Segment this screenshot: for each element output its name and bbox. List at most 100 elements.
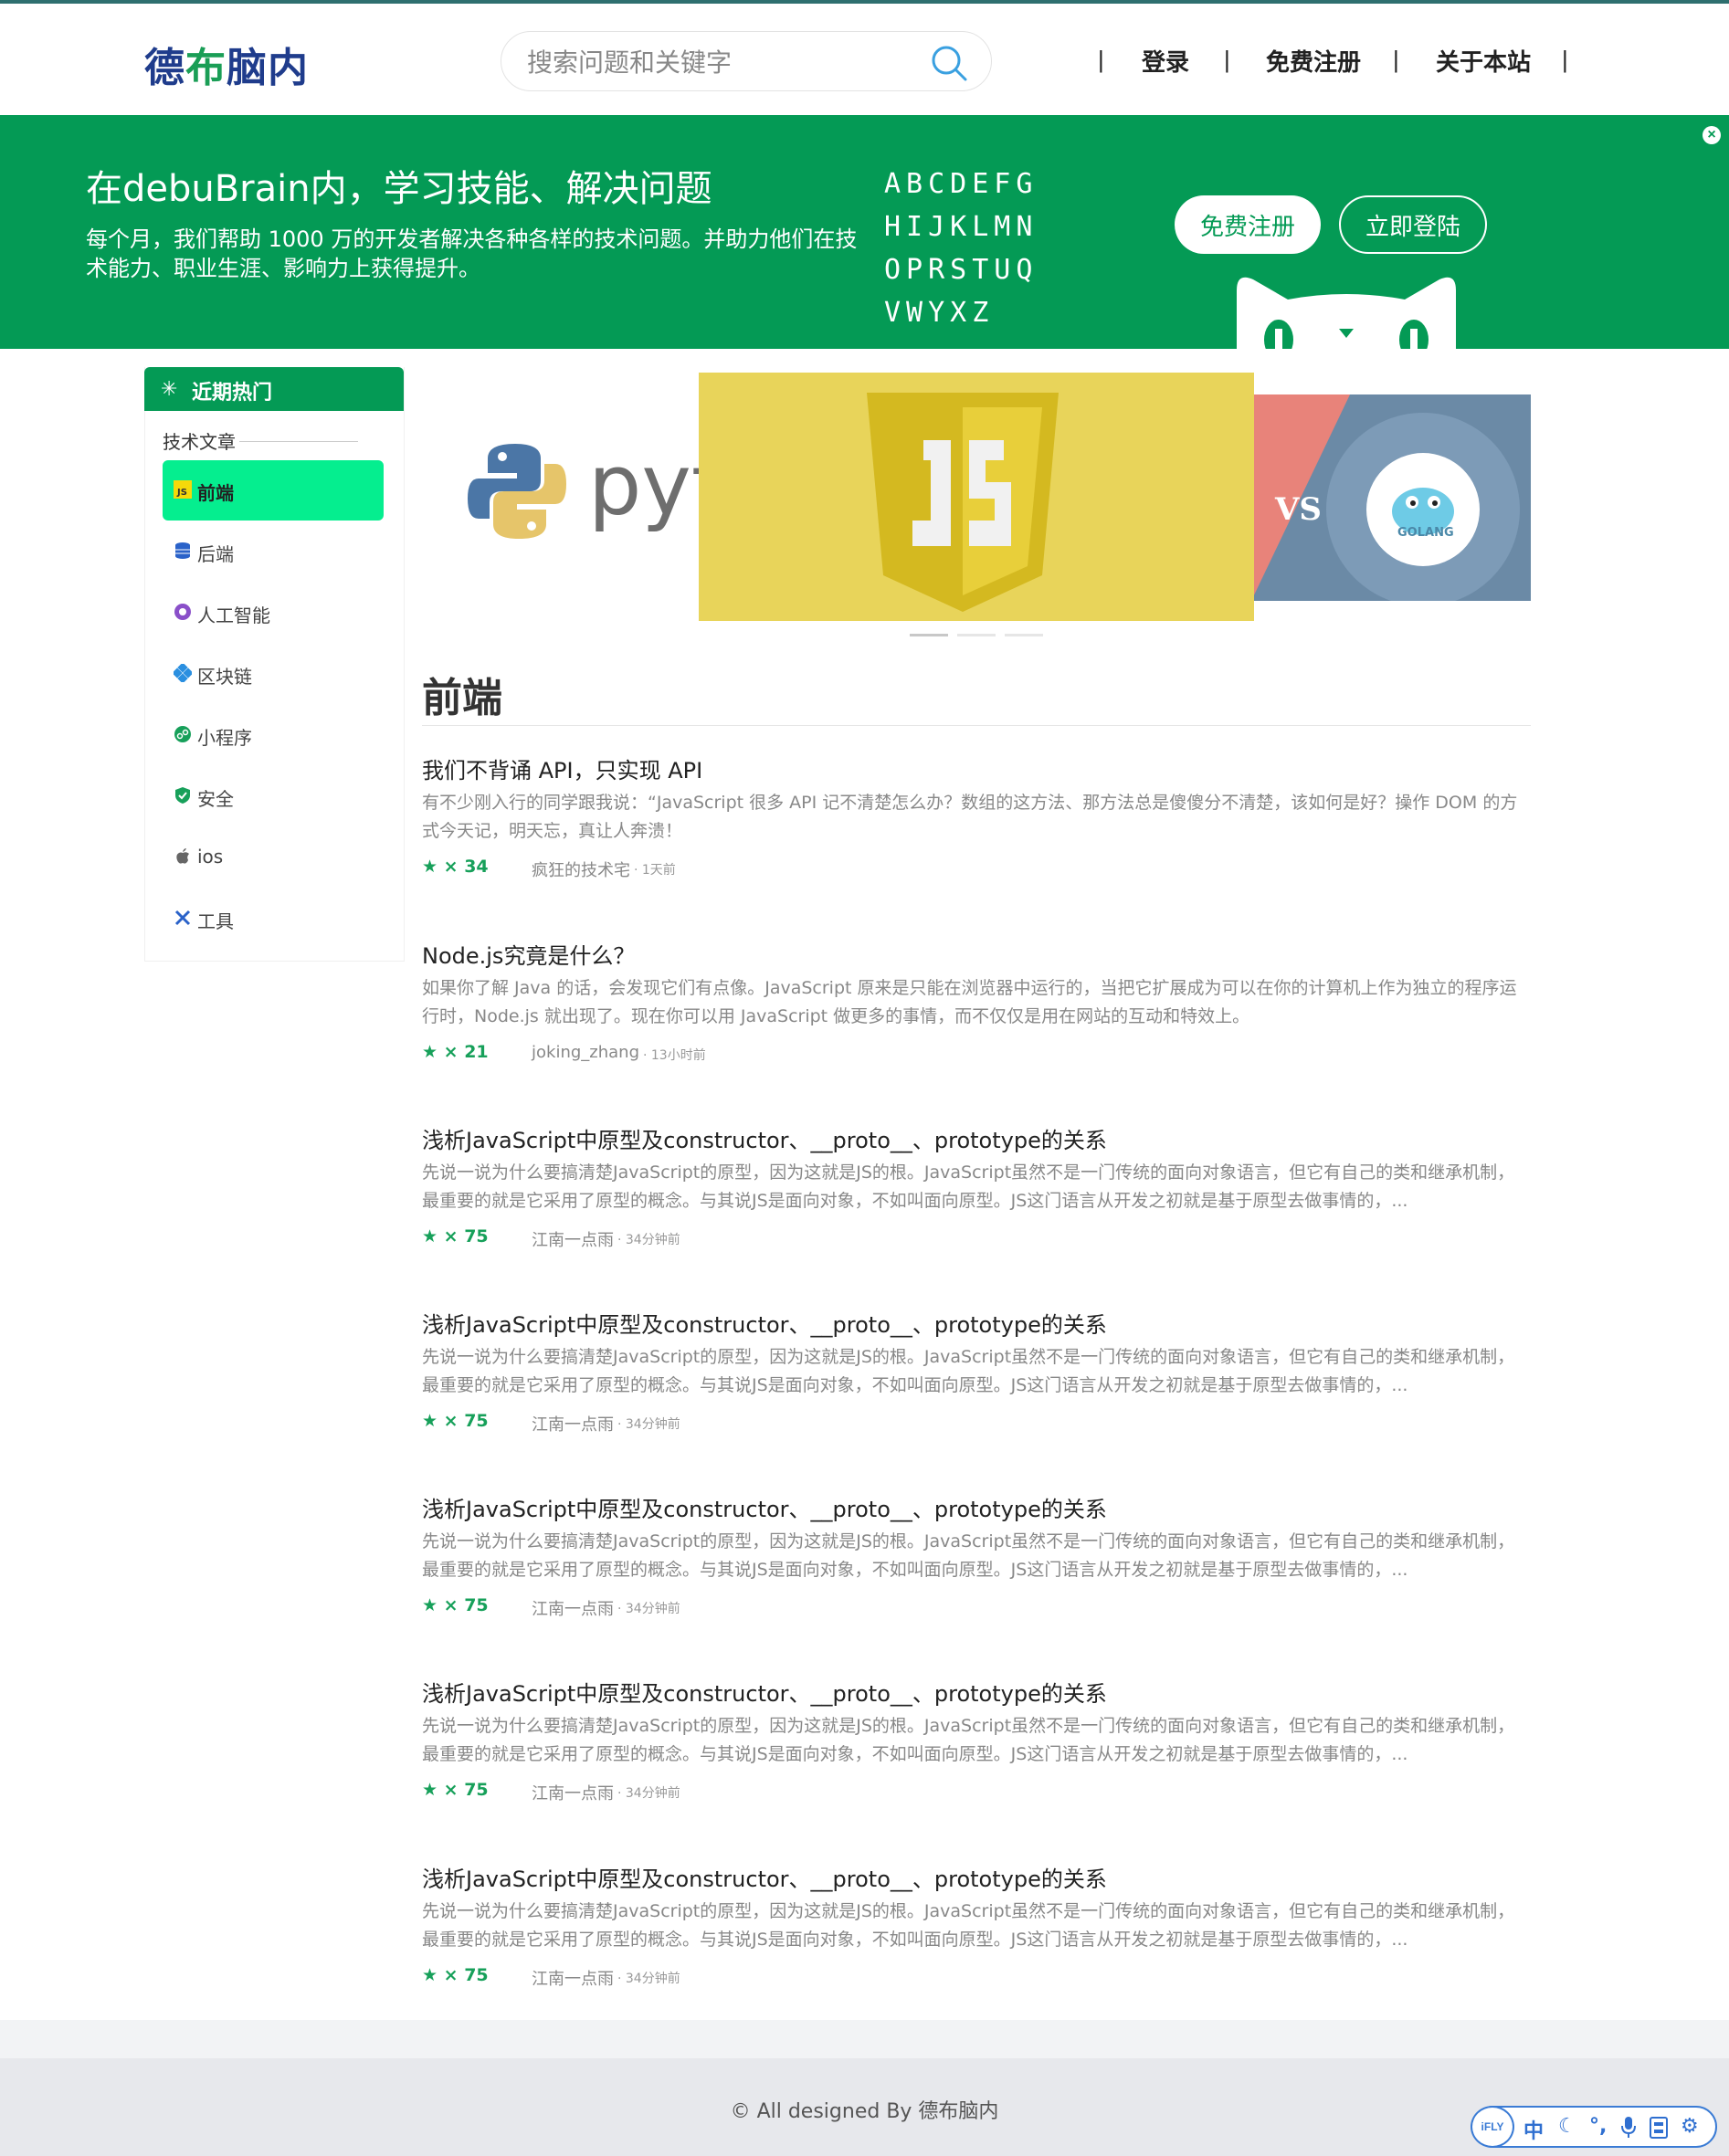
- article-item[interactable]: 浅析JavaScript中原型及constructor、__proto__、pr…: [422, 1861, 1531, 2016]
- golang-label: GOLANG: [1397, 526, 1454, 540]
- punctuation-icon[interactable]: °,: [1589, 2115, 1607, 2138]
- article-item[interactable]: 浅析JavaScript中原型及constructor、__proto__、pr…: [422, 1676, 1531, 1831]
- carousel-slide-python[interactable]: pyt: [422, 394, 700, 601]
- miniprogram-icon: [174, 726, 191, 742]
- nav-separator: |: [1562, 46, 1568, 73]
- sidebar-item-tools[interactable]: 工具: [163, 889, 384, 949]
- article-item[interactable]: Node.js究竟是什么？ 如果你了解 Java 的话，会发现它们有点像。Java…: [422, 938, 1531, 1093]
- article-item[interactable]: 我们不背诵 API，只实现 API 有不少刚入行的同学跟我说：“JavaScrip…: [422, 752, 1531, 908]
- article-title[interactable]: 浅析JavaScript中原型及constructor、__proto__、pr…: [422, 1122, 1107, 1154]
- article-time: · 13小时前: [643, 1048, 706, 1063]
- article-title[interactable]: 浅析JavaScript中原型及constructor、__proto__、pr…: [422, 1491, 1107, 1523]
- carousel-dot[interactable]: [1005, 634, 1043, 636]
- carousel-dot[interactable]: [957, 634, 996, 636]
- article-title[interactable]: 浅析JavaScript中原型及constructor、__proto__、pr…: [422, 1676, 1107, 1708]
- sidebar-item-security[interactable]: 安全: [163, 766, 384, 826]
- article-stars[interactable]: ★ × 21: [422, 1042, 489, 1062]
- star-count: × 75: [443, 1595, 489, 1615]
- sidebar-item-blockchain[interactable]: 区块链: [163, 644, 384, 704]
- database-icon: [175, 542, 190, 559]
- article-stars[interactable]: ★ × 75: [422, 1411, 489, 1431]
- article-title[interactable]: 浅析JavaScript中原型及constructor、__proto__、pr…: [422, 1861, 1107, 1893]
- site-footer: © All designed By 德布脑内: [0, 2058, 1729, 2156]
- article-summary: 先说一说为什么要搞清楚JavaScript的原型，因为这就是JS的根。JavaS…: [422, 1162, 1515, 1211]
- logo-char-2: 布: [185, 45, 227, 91]
- article-title[interactable]: 我们不背诵 API，只实现 API: [422, 752, 702, 784]
- article-stars[interactable]: ★ × 34: [422, 857, 489, 877]
- article-author[interactable]: joking_zhang: [532, 1043, 639, 1062]
- article-author[interactable]: 江南一点雨: [532, 1412, 614, 1436]
- article-summary: 先说一说为什么要搞清楚JavaScript的原型，因为这就是JS的根。JavaS…: [422, 1716, 1515, 1764]
- ime-logo[interactable]: iFLY: [1471, 2106, 1514, 2148]
- nav-separator: |: [1393, 46, 1399, 73]
- article-stars[interactable]: ★ × 75: [422, 1780, 489, 1800]
- article-summary: 先说一说为什么要搞清楚JavaScript的原型，因为这就是JS的根。JavaS…: [422, 1531, 1515, 1580]
- close-icon[interactable]: ×: [1703, 126, 1721, 144]
- article-item[interactable]: 浅析JavaScript中原型及constructor、__proto__、pr…: [422, 1307, 1531, 1462]
- search-input[interactable]: [525, 41, 922, 83]
- carousel-dot[interactable]: [910, 634, 948, 636]
- divider: [239, 441, 358, 442]
- article-meta: ★ × 75 江南一点雨 · 34分钟前: [422, 1411, 1531, 1435]
- star-count: × 21: [443, 1042, 489, 1062]
- sidebar-item-ios[interactable]: ios: [163, 827, 384, 888]
- article-author[interactable]: 江南一点雨: [532, 1596, 614, 1620]
- sidebar-item-label: 前端: [197, 482, 234, 504]
- nav-login[interactable]: 登录: [1142, 44, 1189, 78]
- sidebar-header-label: 近期热门: [192, 382, 273, 405]
- article-time: · 34分钟前: [617, 1417, 680, 1432]
- alphabet-line: ABCDEFG: [884, 168, 1038, 200]
- sidebar-item-label: 后端: [197, 543, 234, 565]
- carousel-slide-js[interactable]: [699, 373, 1254, 621]
- article-title[interactable]: Node.js究竟是什么？: [422, 938, 635, 970]
- article-stars[interactable]: ★ × 75: [422, 1965, 489, 1985]
- sidebar-subheader: 技术文章: [163, 431, 236, 453]
- nav-separator: |: [1224, 46, 1230, 73]
- article-stars[interactable]: ★ × 75: [422, 1595, 489, 1615]
- article-author[interactable]: 江南一点雨: [532, 1781, 614, 1804]
- sidebar-item-miniprogram[interactable]: 小程序: [163, 705, 384, 765]
- article-item[interactable]: 浅析JavaScript中原型及constructor、__proto__、pr…: [422, 1491, 1531, 1646]
- article-author[interactable]: 江南一点雨: [532, 1227, 614, 1251]
- python-wordmark: pyt: [588, 436, 700, 534]
- site-logo[interactable]: 德布脑内: [144, 35, 309, 93]
- article-title[interactable]: 浅析JavaScript中原型及constructor、__proto__、pr…: [422, 1307, 1107, 1339]
- alphabet-line: VWYXZ: [884, 297, 995, 329]
- alphabet-line: OPRSTUQ: [884, 254, 1038, 286]
- search-box: [501, 31, 992, 91]
- sidebar-item-frontend[interactable]: JS 前端: [163, 460, 384, 521]
- sidebar-item-ai[interactable]: 人工智能: [163, 583, 384, 643]
- moon-icon[interactable]: ☾: [1558, 2115, 1576, 2138]
- logo-char-3: 脑内: [227, 45, 309, 91]
- article-meta: ★ × 75 江南一点雨 · 34分钟前: [422, 1965, 1531, 1989]
- nav-about[interactable]: 关于本站: [1436, 44, 1531, 78]
- search-icon[interactable]: [929, 43, 969, 83]
- article-time: · 34分钟前: [617, 1602, 680, 1616]
- article-summary: 先说一说为什么要搞清楚JavaScript的原型，因为这就是JS的根。JavaS…: [422, 1901, 1515, 1950]
- sidebar-header: ✳ 近期热门: [144, 367, 404, 411]
- star-count: × 75: [443, 1965, 489, 1985]
- python-logo-icon: [468, 444, 566, 539]
- nav-register[interactable]: 免费注册: [1266, 44, 1361, 78]
- microphone-icon[interactable]: [1620, 2117, 1637, 2139]
- banner-login-button[interactable]: 立即登陆: [1339, 195, 1487, 254]
- ime-toolbar[interactable]: iFLY 中 ☾ °, ⚙: [1471, 2106, 1717, 2148]
- article-author[interactable]: 疯狂的技术宅: [532, 857, 630, 881]
- banner-title: 在debuBrain内，学习技能、解决问题: [86, 168, 712, 210]
- ime-mode[interactable]: 中: [1523, 2115, 1544, 2144]
- article-item[interactable]: 浅析JavaScript中原型及constructor、__proto__、pr…: [422, 1122, 1531, 1278]
- keyboard-icon[interactable]: [1650, 2117, 1668, 2139]
- article-time: · 34分钟前: [617, 1786, 680, 1801]
- article-author[interactable]: 江南一点雨: [532, 1966, 614, 1990]
- banner-subtitle: 每个月，我们帮助 1000 万的开发者解决各种各样的技术问题。并助力他们在技术能…: [86, 226, 858, 281]
- sidebar-item-label: 人工智能: [197, 605, 270, 626]
- star-icon: ★: [422, 1411, 438, 1431]
- banner-register-button[interactable]: 免费注册: [1175, 195, 1321, 254]
- article-stars[interactable]: ★ × 75: [422, 1226, 489, 1246]
- settings-icon[interactable]: ⚙: [1681, 2115, 1699, 2138]
- carousel-slide-golang[interactable]: VS GOLANG: [1251, 394, 1531, 601]
- sidebar-item-label: 小程序: [197, 727, 252, 749]
- brain-icon: [174, 604, 191, 620]
- sidebar-item-backend[interactable]: 后端: [163, 521, 384, 582]
- vs-label: VS: [1275, 491, 1322, 528]
